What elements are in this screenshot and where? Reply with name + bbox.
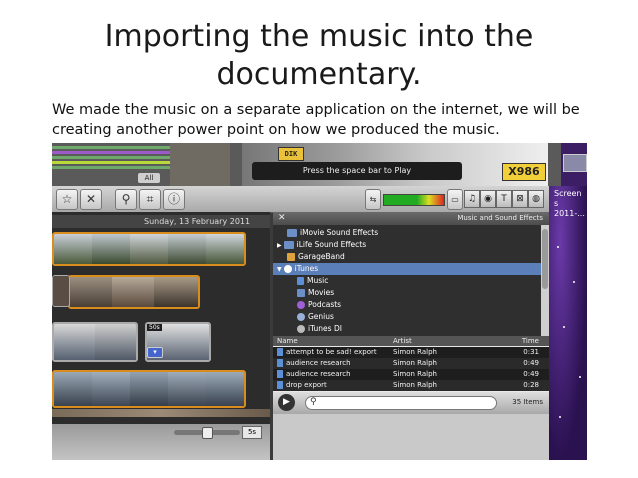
- browser-title: Music and Sound Effects: [457, 214, 543, 222]
- audio-meter: [383, 194, 445, 206]
- source-item-music[interactable]: Music: [273, 275, 565, 287]
- podcast-icon: [297, 301, 305, 309]
- clip-menu-button[interactable]: ▾: [147, 347, 163, 358]
- event-browser: Sunday, 13 February 2011 50s ▾ 5s: [52, 212, 270, 460]
- song-row[interactable]: audience research Simon Ralph 0:49: [273, 358, 549, 369]
- video-clip[interactable]: [52, 275, 70, 307]
- browser-footer: [273, 414, 549, 460]
- zoom-value: 5s: [242, 426, 262, 439]
- star-dot: [559, 416, 561, 418]
- transition-icon[interactable]: ⊠: [512, 190, 528, 208]
- imovie-screenshot: All DIK X986 Press the space bar to Play…: [52, 143, 587, 460]
- folder-icon: [283, 241, 294, 249]
- source-item-garageband[interactable]: GarageBand: [273, 251, 555, 263]
- source-item-movies[interactable]: Movies: [273, 287, 565, 299]
- song-file-icon: [277, 381, 283, 389]
- song-row[interactable]: drop export Simon Ralph 0:28: [273, 380, 549, 391]
- license-plate-right: X986: [502, 163, 546, 181]
- browser-header: ✕ Music and Sound Effects: [273, 212, 549, 225]
- play-hint: Press the space bar to Play: [252, 162, 462, 180]
- source-item-genius[interactable]: Genius: [273, 311, 565, 323]
- license-plate-left: DIK: [278, 147, 304, 161]
- duration-badge: 50s: [147, 324, 162, 331]
- source-item-podcasts[interactable]: Podcasts: [273, 299, 565, 311]
- title-icon[interactable]: T: [496, 190, 512, 208]
- slide-body-text: We made the music on a separate applicat…: [52, 102, 580, 138]
- music-browser: ✕ Music and Sound Effects iMovie Sound E…: [273, 212, 549, 460]
- source-item-itunes-dj[interactable]: iTunes DI: [273, 323, 565, 335]
- star-dot: [579, 376, 581, 378]
- scrollbar-thumb[interactable]: [542, 229, 548, 289]
- all-button[interactable]: All: [138, 173, 160, 183]
- source-item-itunes[interactable]: ▼ iTunes: [273, 263, 545, 275]
- toolbar: ☆ ✕ ⚲ ⌗ ⓘ ⇆ ▭ ♫ ◉ T ⊠ ◍: [52, 186, 561, 213]
- video-clip[interactable]: [52, 370, 246, 408]
- search-icon: ⚲: [310, 397, 317, 407]
- desktop-file-thumbnail[interactable]: [563, 154, 587, 172]
- song-row[interactable]: audience research Simon Ralph 0:49: [273, 369, 549, 380]
- info-icon[interactable]: ⓘ: [163, 189, 185, 210]
- disclosure-icon[interactable]: ▶: [277, 242, 282, 249]
- source-item-imovie-sound-effects[interactable]: iMovie Sound Effects: [273, 227, 555, 239]
- music-icon[interactable]: ♫: [464, 190, 480, 208]
- reject-x-icon[interactable]: ✕: [80, 189, 102, 210]
- star-dot: [563, 326, 565, 328]
- slide-title: Importing the music into the documentary…: [104, 19, 534, 92]
- song-file-icon: [277, 370, 283, 378]
- column-time[interactable]: Time: [522, 336, 539, 346]
- adjust-icon[interactable]: ▭: [447, 189, 463, 210]
- column-name[interactable]: Name: [277, 336, 298, 346]
- viewer-strip: All DIK X986 Press the space bar to Play: [52, 143, 587, 186]
- column-artist[interactable]: Artist: [393, 336, 412, 346]
- zoom-slider-thumb[interactable]: [202, 427, 213, 439]
- source-list: iMovie Sound Effects ▶ iLife Sound Effect…: [273, 225, 545, 336]
- audio-tracks: [52, 146, 170, 176]
- disclosure-open-icon[interactable]: ▼: [277, 266, 282, 273]
- video-clip[interactable]: [52, 322, 138, 362]
- map-icon[interactable]: ◍: [528, 190, 544, 208]
- video-thumbnail: [170, 143, 230, 186]
- star-icon[interactable]: ☆: [56, 189, 78, 210]
- clip-strip[interactable]: [52, 409, 270, 417]
- event-date: Sunday, 13 February 2011: [144, 217, 251, 226]
- genius-icon: [297, 313, 305, 321]
- close-icon[interactable]: ✕: [278, 212, 286, 225]
- keyword-icon[interactable]: ⚲: [115, 189, 137, 210]
- song-column-headers: Name Artist Time: [273, 336, 549, 346]
- search-input[interactable]: ⚲: [305, 396, 497, 410]
- dj-icon: [297, 325, 305, 333]
- source-scrollbar[interactable]: [541, 225, 549, 336]
- photo-icon[interactable]: ◉: [480, 190, 496, 208]
- folder-icon: [287, 229, 297, 237]
- source-item-ilife-sound-effects[interactable]: ▶ iLife Sound Effects: [273, 239, 545, 251]
- desktop-file-label[interactable]: Screen s 2011-...: [554, 189, 587, 219]
- item-count: 35 Items: [512, 398, 543, 406]
- desktop-background: Screen s 2011-...: [549, 186, 587, 460]
- song-file-icon: [277, 348, 283, 356]
- song-file-icon: [277, 359, 283, 367]
- video-clip[interactable]: [68, 275, 200, 309]
- star-dot: [573, 281, 575, 283]
- music-note-icon: [297, 277, 304, 285]
- browser-bottom-bar: ▶ ⚲ 35 Items: [273, 392, 549, 414]
- star-dot: [557, 246, 559, 248]
- itunes-icon: [283, 265, 292, 273]
- song-row[interactable]: attempt to be sad! export Simon Ralph 0:…: [273, 347, 549, 358]
- video-clip[interactable]: [52, 232, 246, 266]
- crop-icon[interactable]: ⌗: [139, 189, 161, 210]
- event-date-bar: Sunday, 13 February 2011: [52, 215, 270, 228]
- swap-icon[interactable]: ⇆: [365, 189, 381, 210]
- play-icon[interactable]: ▶: [278, 394, 295, 411]
- guitar-icon: [287, 253, 295, 261]
- film-icon: [297, 289, 305, 297]
